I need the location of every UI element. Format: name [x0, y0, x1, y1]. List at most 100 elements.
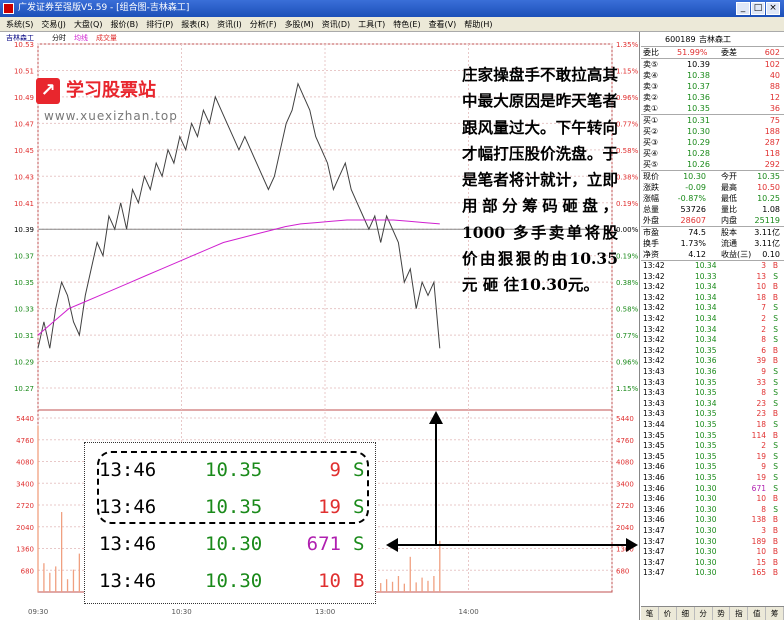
pct-tick-label: 0.58%: [616, 147, 639, 155]
stat-value: -0.87%: [677, 194, 706, 203]
ask-row: 卖③ 10.37 88: [641, 81, 784, 92]
tab-1[interactable]: 价: [659, 607, 677, 620]
close-button[interactable]: ×: [766, 2, 780, 15]
bid-label: 买③: [643, 138, 659, 147]
menu-item-6[interactable]: 资讯(I): [215, 17, 244, 31]
app-icon: [3, 3, 14, 14]
ask-volume: 36: [769, 104, 780, 113]
stat2-label-2: 流通: [721, 239, 737, 248]
ask-label: 卖③: [643, 82, 659, 91]
ask-label: 卖②: [643, 93, 659, 102]
tick-price: 10.30: [695, 526, 717, 535]
tick-time: 13:46: [643, 515, 665, 525]
tick-time: 13:47: [643, 568, 665, 578]
pct-tick-label: 0.38%: [616, 173, 639, 181]
tick-price: 10.35: [695, 345, 717, 355]
stat-label: 现价: [643, 172, 659, 181]
tick-price: 10.36: [695, 367, 717, 376]
menu-item-3[interactable]: 报价(B): [108, 17, 140, 31]
tick-price: 10.30: [695, 504, 717, 514]
bid-row: 买⑤ 10.26 292: [641, 159, 784, 170]
volume-tick-label: 1360: [16, 546, 34, 554]
tab-2[interactable]: 细: [677, 607, 695, 620]
tick-row: 13:43 10.35 8 S: [641, 388, 784, 399]
tick-volume: 23: [756, 409, 766, 419]
tick-direction: B: [772, 547, 778, 557]
ask-row: 卖② 10.36 12: [641, 92, 784, 103]
stat2-row: 净资 4.12 收益(三) 0.10: [641, 249, 784, 260]
annotation-text: 庄家操盘手不敢拉高其中最大原因是昨天笔者跟风量过大。下午转向才幅打压股价洗盘。于…: [462, 65, 618, 295]
menu-item-2[interactable]: 大盘(Q): [72, 17, 105, 31]
tick-direction: S: [773, 451, 778, 461]
tick-price: 10.34: [695, 261, 717, 270]
price-tick-label: 10.31: [14, 332, 34, 340]
volume-tick-label: 3400: [16, 480, 34, 488]
tick-time: 13:45: [643, 451, 665, 461]
menu-item-7[interactable]: 分析(F): [248, 17, 279, 31]
zoom-row: 13:46 10.30 10 B: [99, 566, 364, 596]
maximize-button[interactable]: □: [751, 2, 765, 15]
volume-tick-label-right: 3400: [616, 480, 634, 488]
minimize-button[interactable]: _: [736, 2, 750, 15]
tick-volume: 33: [756, 377, 766, 387]
menu-item-4[interactable]: 排行(P): [144, 17, 175, 31]
ask-volume: 88: [769, 82, 780, 91]
menu-item-0[interactable]: 系统(S): [4, 17, 35, 31]
price-tick-label: 10.27: [14, 385, 34, 393]
volume-tick-label-right: 4760: [616, 437, 634, 445]
tick-direction: S: [773, 388, 778, 398]
tab-6[interactable]: 值: [748, 607, 767, 620]
menu-item-1[interactable]: 交易(J): [39, 17, 68, 31]
ask-label: 卖⑤: [643, 60, 659, 69]
menu-item-12[interactable]: 查看(V): [427, 17, 459, 31]
tick-volume: 3: [761, 526, 766, 535]
bid-price: 10.29: [687, 138, 710, 147]
tick-price: 10.30: [695, 494, 717, 504]
tick-price: 10.35: [695, 420, 717, 429]
tick-row: 13:42 10.33 13 S: [641, 272, 784, 283]
tick-time: 13:46: [643, 483, 665, 493]
menu-item-5[interactable]: 报表(R): [179, 17, 211, 31]
volume-tick-label: 680: [21, 567, 34, 575]
menu-item-8[interactable]: 多股(M): [283, 17, 316, 31]
bid-row: 买④ 10.28 118: [641, 148, 784, 159]
tick-time: 13:42: [643, 356, 665, 366]
tab-4[interactable]: 势: [713, 607, 731, 620]
tick-price: 10.34: [695, 324, 717, 334]
stat2-label: 换手: [643, 239, 659, 248]
tick-time: 13:45: [643, 430, 665, 440]
volume-tick-label: 2040: [16, 524, 34, 532]
pct-tick-label: 0.19%: [616, 200, 639, 208]
bid-price: 10.26: [687, 160, 710, 169]
quote-panel: 600189 吉林森工 委比 51.99% 委差 602 卖⑤ 10.39 102 卖④ 10.38…: [641, 32, 784, 620]
stat2-value-2: 3.11亿: [754, 228, 780, 237]
volume-tick-label: 2720: [16, 502, 34, 510]
stat-label-2: 量比: [721, 205, 737, 214]
window-titlebar: 广发证券至强版V5.59 - [组合图-吉林森工] _ □ ×: [0, 0, 784, 17]
menu-item-10[interactable]: 工具(T): [356, 17, 387, 31]
tick-price: 10.35: [695, 430, 717, 440]
price-tick-label: 10.47: [14, 120, 34, 128]
tab-5[interactable]: 指: [730, 607, 749, 620]
tick-direction: S: [773, 377, 778, 387]
menu-item-13[interactable]: 帮助(H): [462, 17, 494, 31]
tick-volume: 671: [751, 483, 766, 493]
menu-item-9[interactable]: 资讯(D): [320, 17, 352, 31]
tab-0[interactable]: 笔: [641, 607, 659, 620]
stat2-label-2: 股本: [721, 228, 737, 237]
ratio-value: 51.99%: [677, 48, 708, 57]
tick-row: 13:42 10.34 3 B: [641, 261, 784, 272]
tick-direction: S: [773, 420, 778, 429]
tick-row: 13:46 10.35 9 S: [641, 462, 784, 473]
ask-price: 10.39: [687, 60, 710, 69]
menu-item-11[interactable]: 特色(E): [391, 17, 422, 31]
tick-volume: 3: [761, 261, 766, 270]
tab-7[interactable]: 筹: [766, 607, 784, 620]
tick-price: 10.35: [695, 462, 717, 472]
stat-label: 涨幅: [643, 194, 659, 203]
tick-direction: S: [773, 271, 778, 281]
tick-price: 10.34: [695, 398, 717, 408]
tab-3[interactable]: 分: [695, 607, 713, 620]
tick-volume: 189: [751, 536, 766, 546]
tick-time: 13:43: [643, 367, 665, 376]
